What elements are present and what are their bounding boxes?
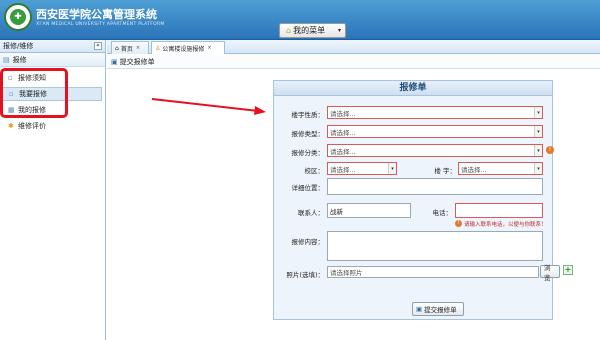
submit-repair-button[interactable]: ▣ 提交报修单 bbox=[412, 302, 464, 316]
building-nature-value: 请选择... bbox=[330, 109, 356, 118]
submit-repair-label: 提交报修单 bbox=[424, 306, 457, 314]
sidebar-item-rating[interactable]: ✱ 维修评价 bbox=[0, 119, 105, 133]
phone-input[interactable] bbox=[455, 203, 543, 218]
content-label: 报修内容： bbox=[291, 238, 325, 246]
document-icon: ▤ bbox=[3, 55, 10, 64]
repair-category-select[interactable]: 请选择... ▾ bbox=[327, 144, 543, 157]
chevron-down-icon: ▾ bbox=[388, 163, 396, 174]
sidebar-panel-header: 报修/维修 « bbox=[0, 40, 105, 53]
location-input[interactable] bbox=[327, 178, 543, 195]
toolbar: ▣ 提交报修单 bbox=[107, 55, 600, 69]
campus-label: 校区： bbox=[304, 167, 325, 175]
user-icon: ♙ bbox=[155, 44, 161, 52]
logo: ✚ bbox=[4, 3, 32, 31]
sidebar-section-label: 报修 bbox=[12, 55, 27, 64]
building-value: 请选择... bbox=[461, 165, 487, 174]
add-photo-icon[interactable]: + bbox=[563, 265, 573, 275]
chevron-down-icon: ▾ bbox=[534, 107, 542, 118]
photo-label: 照片(选填)： bbox=[286, 271, 324, 279]
home-icon: ⌂ bbox=[115, 44, 119, 52]
highlight-annotation-box bbox=[0, 68, 68, 118]
error-icon: ! bbox=[546, 146, 554, 154]
phone-label: 电话： bbox=[432, 209, 453, 217]
pointer-arrow-annotation bbox=[151, 98, 266, 115]
photo-placeholder: 请选择照片 bbox=[330, 269, 363, 277]
form-title: 报修单 bbox=[274, 81, 552, 96]
content-textarea[interactable] bbox=[327, 231, 543, 261]
phone-hint: 请输入联系电话，以便与你联系！ bbox=[464, 222, 547, 228]
repair-type-label: 报修类型： bbox=[291, 130, 325, 138]
toolbar-submit-button[interactable]: ▣ 提交报修单 bbox=[111, 57, 155, 67]
repair-category-value: 请选择... bbox=[330, 147, 356, 156]
save-icon: ▣ bbox=[111, 57, 118, 66]
chevron-down-icon: ▾ bbox=[534, 163, 542, 174]
app-header: ✚ 西安医学院公寓管理系统 XI'AN MEDICAL UNIVERSITY A… bbox=[0, 0, 600, 40]
tab-label: 首页 bbox=[120, 45, 133, 53]
repair-type-value: 请选择... bbox=[330, 128, 356, 137]
building-label: 楼 宇： bbox=[434, 167, 456, 175]
contact-input[interactable]: 战新 bbox=[327, 203, 411, 218]
sidebar-section-repair[interactable]: ▤ 报修 bbox=[0, 53, 105, 67]
chevron-down-icon: ▾ bbox=[337, 27, 341, 34]
chevron-down-icon: ▾ bbox=[534, 126, 542, 137]
building-nature-select[interactable]: 请选择... ▾ bbox=[327, 106, 543, 119]
collapse-icon[interactable]: « bbox=[94, 42, 102, 50]
star-icon: ✱ bbox=[8, 122, 14, 130]
close-icon[interactable]: × bbox=[136, 45, 140, 51]
building-nature-label: 楼宇性质： bbox=[291, 111, 325, 119]
my-menu-button[interactable]: ⌂ 我的菜单 ▾ bbox=[279, 23, 346, 38]
campus-select[interactable]: 请选择... ▾ bbox=[327, 162, 397, 175]
warning-icon: ! bbox=[455, 220, 462, 227]
repair-type-select[interactable]: 请选择... ▾ bbox=[327, 125, 543, 138]
building-select[interactable]: 请选择... ▾ bbox=[458, 162, 543, 175]
contact-value: 战新 bbox=[330, 207, 343, 216]
my-menu-label: 我的菜单 bbox=[293, 26, 326, 35]
campus-value: 请选择... bbox=[330, 165, 356, 174]
toolbar-submit-label: 提交报修单 bbox=[119, 57, 155, 66]
location-label: 详细位置： bbox=[291, 184, 325, 192]
app-title: 西安医学院公寓管理系统 bbox=[36, 8, 157, 21]
browse-label: 浏览 bbox=[544, 263, 551, 282]
sidebar-item-label: 维修评价 bbox=[18, 122, 46, 130]
contact-label: 联系人： bbox=[298, 209, 324, 217]
app-subtitle: XI'AN MEDICAL UNIVERSITY APARTMENT PLATF… bbox=[36, 22, 165, 27]
tab-label: 公寓楼设施报修 bbox=[162, 45, 205, 53]
sidebar-panel-title: 报修/维修 bbox=[3, 42, 34, 50]
tab-home[interactable]: ⌂ 首页 × bbox=[111, 41, 149, 54]
repair-category-label: 报修分类： bbox=[291, 149, 325, 157]
home-icon: ⌂ bbox=[286, 26, 292, 35]
chevron-down-icon: ▾ bbox=[534, 145, 542, 156]
tab-facility-repair[interactable]: ♙ 公寓楼设施报修 × bbox=[151, 41, 225, 54]
logo-emblem-icon: ✚ bbox=[10, 9, 26, 25]
close-icon[interactable]: × bbox=[207, 45, 211, 51]
repair-form: 报修单 楼宇性质： 请选择... ▾ 报修类型： 请选择... ▾ 报修分类： … bbox=[273, 80, 560, 320]
browse-button[interactable]: 浏览 bbox=[540, 264, 560, 282]
save-icon: ▣ bbox=[416, 305, 423, 313]
photo-file-input[interactable]: 请选择照片 bbox=[327, 266, 539, 278]
tab-bar: ⌂ 首页 × ♙ 公寓楼设施报修 × bbox=[107, 40, 600, 54]
